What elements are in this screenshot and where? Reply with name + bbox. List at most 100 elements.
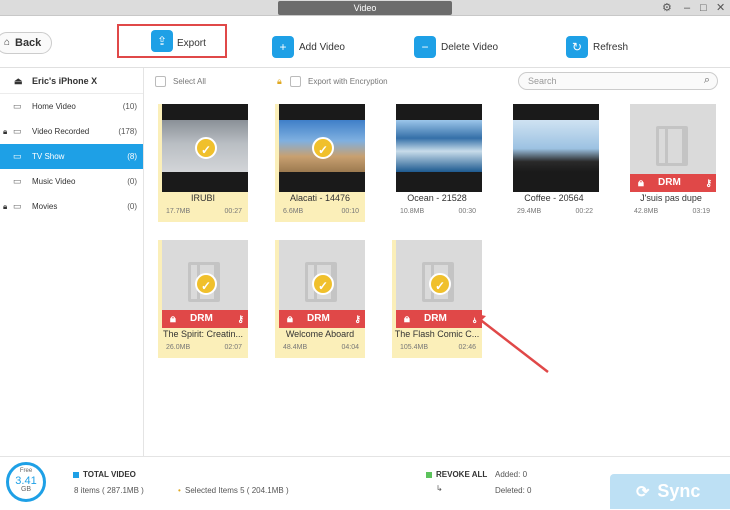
video-duration: 02:07 [224,344,242,351]
export-encryption-label: Export with Encryption [308,77,388,86]
sync-button[interactable]: ⟳ Sync [610,474,730,509]
video-name: The Flash Comic C... [394,329,480,339]
export-button[interactable]: ⇪ Export [117,24,227,58]
search-icon[interactable]: ⌕ [704,72,710,88]
video-duration: 00:30 [458,208,476,215]
video-duration: 00:27 [224,208,242,215]
drm-label: DRM [307,313,330,324]
sidebar-item-count: (8) [127,152,137,161]
video-thumbnail [396,104,482,192]
total-video-label: TOTAL VIDEO [83,470,136,479]
eject-icon[interactable]: ⏏ [14,68,23,94]
added-count: Added: 0 [495,470,528,479]
export-encryption-checkbox[interactable] [290,76,301,87]
lock-icon: 🔒︎ [404,313,410,325]
lock-icon: 🔒︎ [3,202,8,211]
selection-bar: Select All 🔒︎ Export with Encryption Sea… [145,68,730,96]
sidebar-item-music-video[interactable]: ▭ Music Video (0) [0,169,143,194]
sidebar-item-label: Music Video [32,177,76,186]
video-card[interactable]: 🔒︎ DRM ⚷ J'suis pas dupe 42.8MB 03:19 [626,104,716,222]
video-name: The Spirit: Creatin... [162,329,244,339]
settings-icon[interactable]: ⚙ [662,1,672,15]
video-card[interactable]: ✓ 🔒︎ DRM ⚷ The Flash Comic C... 105.4MB … [392,240,482,358]
tv-icon: ▭ [13,151,22,161]
minimize-icon[interactable]: – [684,1,690,15]
sidebar-item-tv-show[interactable]: ▭ TV Show (8) [0,144,143,169]
video-size: 105.4MB [400,344,429,351]
revoke-all-button[interactable]: REVOKE ALL [436,470,487,479]
video-size: 48.4MB [283,344,308,351]
home-icon: ⌂ [4,37,11,48]
video-name: Coffee - 20564 [524,193,584,203]
sidebar-item-video-recorded[interactable]: 🔒︎ ▭ Video Recorded (178) [0,119,143,144]
sidebar-item-count: (0) [127,202,137,211]
video-name: Ocean - 21528 [407,193,467,203]
selected-count: Selected Items 5 ( 204.1MB ) [185,486,289,495]
delete-video-button[interactable]: − Delete Video [414,34,498,60]
deleted-count: Deleted: 0 [495,486,532,495]
maximize-icon[interactable]: □ [700,1,707,15]
back-button[interactable]: ⌂ Back [0,32,52,54]
add-video-button[interactable]: + Add Video [272,34,345,60]
add-video-label: Add Video [299,41,345,53]
revoke-arrow-icon: ↳ [436,484,443,493]
drm-label: DRM [424,313,447,324]
video-name: Welcome Aboard [285,329,355,339]
sidebar-item-label: Video Recorded [32,127,90,136]
movies-icon: ▭ [13,201,22,211]
video-card[interactable]: ✓ 🔒︎ DRM ⚷ The Spirit: Creatin... 26.0MB… [158,240,248,358]
delete-video-label: Delete Video [441,41,499,53]
video-size: 29.4MB [517,208,542,215]
sidebar: ⏏ Eric's iPhone X ▭ Home Video (10) 🔒︎ ▭… [0,68,144,456]
export-icon: ⇪ [151,30,173,52]
video-card[interactable]: ✓ 🔒︎ DRM ⚷ Welcome Aboard 48.4MB 04:04 [275,240,365,358]
key-icon: ⚷ [237,314,244,324]
video-duration: 00:10 [341,208,359,215]
video-recorded-icon: ▭ [13,126,22,136]
video-panel: Select All 🔒︎ Export with Encryption Sea… [145,68,730,456]
video-size: 26.0MB [166,344,191,351]
refresh-icon: ↻ [566,36,588,58]
video-card[interactable]: ✓ IRUBI 17.7MB 00:27 [158,104,248,222]
video-duration: 03:19 [692,208,710,215]
home-video-icon: ▭ [13,101,22,111]
key-icon: ⚷ [705,178,712,188]
video-card[interactable]: ✓ Alacati - 14476 6.6MB 00:10 [275,104,365,222]
drm-label: DRM [658,177,681,188]
video-thumbnail: 🔒︎ DRM ⚷ [630,104,716,192]
revoke-marker [426,472,432,478]
free-value: 3.41 [15,475,37,487]
checkmark-icon: ✓ [312,137,334,159]
sidebar-item-label: Movies [32,202,58,211]
lock-icon: 🔒︎ [638,177,644,189]
checkmark-icon: ✓ [195,137,217,159]
sidebar-item-count: (0) [127,177,137,186]
sidebar-item-label: Home Video [32,102,76,111]
device-header[interactable]: ⏏ Eric's iPhone X [0,68,143,94]
sidebar-item-home-video[interactable]: ▭ Home Video (10) [0,94,143,119]
checkmark-icon: ✓ [312,273,334,295]
items-count: 8 items ( 287.1MB ) [74,486,144,495]
add-video-icon: + [272,36,294,58]
video-name: IRUBI [190,193,215,203]
total-video-marker [73,472,79,478]
window-title: Video [278,1,452,15]
sync-icon: ⟳ [636,484,650,501]
free-unit: GB [20,486,32,493]
export-label: Export [177,38,206,49]
close-icon[interactable]: ✕ [716,1,725,15]
select-all-checkbox[interactable] [155,76,166,87]
annotation-arrow [472,313,549,373]
refresh-label: Refresh [593,41,629,53]
sidebar-item-movies[interactable]: 🔒︎ ▭ Movies (0) [0,194,143,219]
video-card[interactable]: Ocean - 21528 10.8MB 00:30 [392,104,482,222]
video-size: 17.7MB [166,208,191,215]
video-size: 6.6MB [283,208,304,215]
checkmark-icon: ✓ [429,273,451,295]
video-thumbnail [513,104,599,192]
search-input[interactable]: Search ⌕ [518,72,718,90]
video-card[interactable]: Coffee - 20564 29.4MB 00:22 [509,104,599,222]
title-bar: Video ⚙ – □ ✕ [0,0,730,16]
video-thumbnail: ✓ [162,104,248,192]
refresh-button[interactable]: ↻ Refresh [566,34,628,60]
